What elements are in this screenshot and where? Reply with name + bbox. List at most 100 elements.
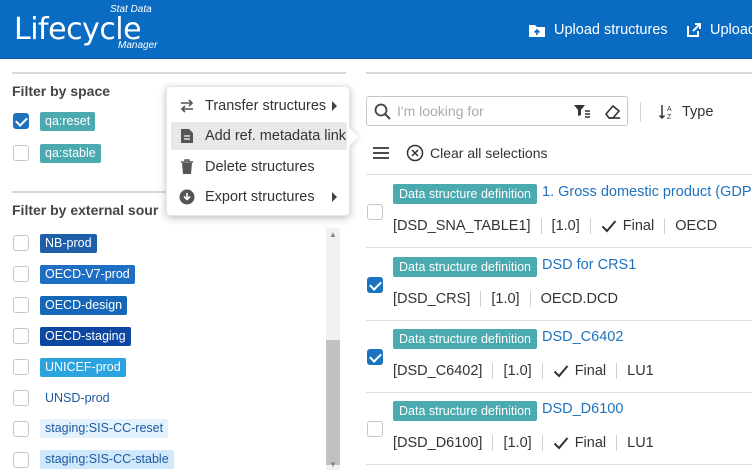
external-upload-icon <box>687 23 701 37</box>
svg-text:Z: Z <box>667 114 672 121</box>
meta-separator <box>492 435 494 451</box>
menu-item-export-structures[interactable]: Export structures <box>171 183 347 211</box>
source-checkbox-oecd-v7-prod[interactable] <box>13 266 29 282</box>
filter-list-icon[interactable] <box>573 103 591 119</box>
sort-by-type-button[interactable]: AZ Type <box>658 102 713 122</box>
transfer-icon <box>177 98 197 114</box>
space-tag-qa-stable[interactable]: qa:stable <box>40 144 101 163</box>
scrollbar-thumb[interactable] <box>326 340 340 465</box>
structure-meta: [DSD_CRS] [1.0] OECD.DCD <box>393 291 618 307</box>
structure-id: [DSD_D6100] <box>393 435 483 451</box>
upload-structures-label: Upload structures <box>554 22 668 38</box>
structure-agency: LU1 <box>627 363 654 379</box>
upload-button[interactable]: Upload <box>686 18 752 42</box>
structure-row[interactable]: Data structure definition 1. Gross domes… <box>366 176 752 248</box>
source-checkbox-unsd-prod[interactable] <box>13 390 29 406</box>
divider <box>366 174 752 175</box>
submenu-arrow-icon <box>332 192 337 202</box>
source-tag-unicef-prod[interactable]: UNICEF-prod <box>40 358 126 377</box>
structure-row[interactable]: Data structure definition DSD for CRS1 [… <box>366 249 752 321</box>
structure-type-badge: Data structure definition <box>393 184 538 204</box>
results-panel: AZ Type Clear all selections Data struct… <box>366 60 752 473</box>
structure-version: [1.0] <box>491 291 520 307</box>
meta-separator <box>589 218 591 234</box>
sort-alpha-icon: AZ <box>658 105 672 121</box>
source-checkbox-oecd-design[interactable] <box>13 297 29 313</box>
structure-title-link[interactable]: DSD_D6100 <box>542 401 623 417</box>
source-checkbox-unicef-prod[interactable] <box>13 359 29 375</box>
source-tag-oecd-v7-prod[interactable]: OECD-V7-prod <box>40 265 135 284</box>
space-tag-qa-reset[interactable]: qa:reset <box>40 112 96 131</box>
menu-item-label: Export structures <box>205 189 315 205</box>
menu-item-delete-structures[interactable]: Delete structures <box>171 153 347 181</box>
structure-row[interactable]: Data structure definition DSD_C6402 [DSD… <box>366 321 752 393</box>
row-checkbox[interactable] <box>367 349 383 365</box>
structure-id: [DSD_SNA_TABLE1] <box>393 218 531 234</box>
structure-agency: OECD <box>675 218 718 234</box>
source-tag-oecd-design[interactable]: OECD-design <box>40 296 128 315</box>
space-checkbox-qa-stable[interactable] <box>13 145 29 161</box>
structure-version: [1.0] <box>503 363 532 379</box>
source-tag-nb-prod[interactable]: NB-prod <box>40 234 97 253</box>
upload-structures-button[interactable]: Upload structures <box>528 18 668 42</box>
app-logo[interactable]: Stat Data Lifecycle Manager <box>14 4 164 54</box>
upload-label: Upload <box>710 22 752 38</box>
selection-toolbar: Clear all selections <box>372 142 548 164</box>
source-checkbox-staging-sis-cc-reset[interactable] <box>13 421 29 437</box>
structure-id: [DSD_C6402] <box>393 363 483 379</box>
search-box[interactable] <box>366 96 628 126</box>
source-tag-unsd-prod[interactable]: UNSD-prod <box>40 389 115 408</box>
structure-row[interactable]: Data structure definition DSD_D6100 [DSD… <box>366 393 752 465</box>
source-checkbox-nb-prod[interactable] <box>13 235 29 251</box>
checkmark-icon <box>601 220 617 233</box>
meta-separator <box>541 435 543 451</box>
source-tag-staging-sis-cc-reset[interactable]: staging:SIS-CC-reset <box>40 419 169 438</box>
meta-separator <box>480 291 482 307</box>
structure-id: [DSD_CRS] <box>393 291 471 307</box>
space-checkbox-qa-reset[interactable] <box>13 113 29 129</box>
source-tag-oecd-staging[interactable]: OECD-staging <box>40 327 131 346</box>
source-checkbox-oecd-staging[interactable] <box>13 328 29 344</box>
scroll-down-arrow-icon[interactable]: ▼ <box>326 458 340 472</box>
scroll-up-arrow-icon[interactable]: ▲ <box>326 228 340 242</box>
menu-item-label: Delete structures <box>205 159 315 175</box>
checkmark-icon <box>553 365 568 378</box>
divider <box>12 72 346 74</box>
download-circle-icon <box>177 189 197 205</box>
meta-separator <box>492 363 494 379</box>
menu-hamburger-icon[interactable] <box>372 145 390 161</box>
logo-manager: Manager <box>118 40 158 51</box>
structure-title-link[interactable]: DSD for CRS1 <box>542 257 636 273</box>
structure-meta: [DSD_SNA_TABLE1] [1.0] Final OECD <box>393 218 717 234</box>
structure-title-link[interactable]: 1. Gross domestic product (GDP) <box>542 184 752 200</box>
menu-item-label: Transfer structures <box>205 98 327 114</box>
meta-separator <box>616 363 618 379</box>
row-checkbox[interactable] <box>367 277 383 293</box>
eraser-icon[interactable] <box>603 103 621 120</box>
structure-final-status: Final <box>574 435 607 451</box>
structure-agency: LU1 <box>627 435 654 451</box>
meta-separator <box>540 218 542 234</box>
source-checkbox-staging-sis-cc-stable[interactable] <box>13 452 29 468</box>
search-input[interactable] <box>397 102 567 120</box>
bulk-actions-menu: Transfer structures Add ref. metadata li… <box>166 86 350 216</box>
search-icon <box>374 103 391 120</box>
structure-title-link[interactable]: DSD_C6402 <box>542 329 623 345</box>
structure-meta: [DSD_D6100] [1.0] Final LU1 <box>393 435 654 451</box>
meta-separator <box>541 363 543 379</box>
source-tag-staging-sis-cc-stable[interactable]: staging:SIS-CC-stable <box>40 450 174 469</box>
sort-label: Type <box>682 104 714 120</box>
clear-all-selections-button[interactable]: Clear all selections <box>406 144 548 162</box>
menu-item-add-ref-metadata-link[interactable]: Add ref. metadata link <box>171 122 347 150</box>
meta-separator <box>616 435 618 451</box>
structure-agency: OECD.DCD <box>540 291 618 307</box>
row-checkbox[interactable] <box>367 204 383 220</box>
structure-type-badge: Data structure definition <box>393 257 538 277</box>
structure-final-status: Final <box>574 363 607 379</box>
menu-item-transfer-structures[interactable]: Transfer structures <box>171 92 347 120</box>
meta-separator <box>529 291 531 307</box>
trash-icon <box>177 159 197 175</box>
row-checkbox[interactable] <box>367 421 383 437</box>
structure-final-status: Final <box>622 218 655 234</box>
meta-separator <box>664 218 666 234</box>
